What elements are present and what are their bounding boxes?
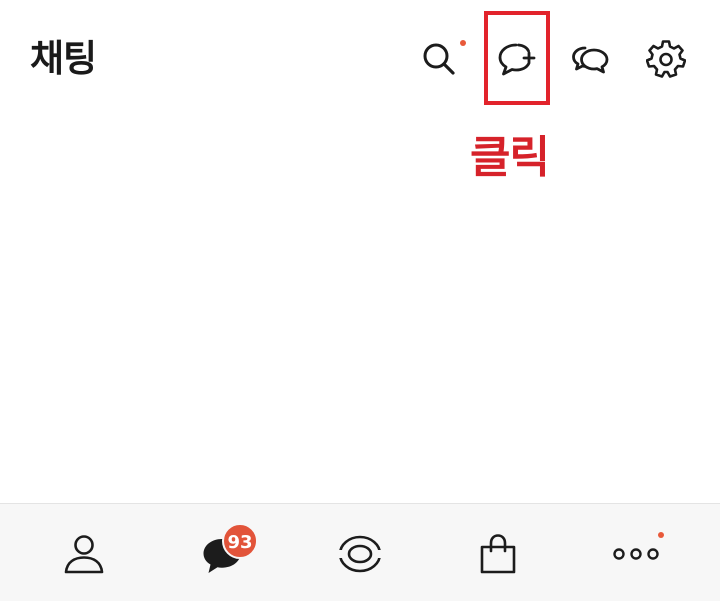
eye-icon	[337, 535, 383, 573]
nav-view[interactable]	[330, 524, 390, 584]
unread-badge: 93	[222, 523, 258, 559]
nav-more[interactable]	[606, 524, 666, 584]
open-chat-button[interactable]	[570, 38, 612, 80]
nav-shopping[interactable]	[468, 524, 528, 584]
more-notification-dot	[658, 532, 664, 538]
bottom-navigation: 93	[0, 503, 720, 601]
gear-icon	[646, 40, 686, 78]
search-button[interactable]	[418, 38, 460, 80]
page-title: 채팅	[30, 37, 97, 80]
shopping-bag-icon	[480, 534, 516, 574]
settings-button[interactable]	[645, 38, 687, 80]
nav-friends[interactable]	[54, 524, 114, 584]
search-notification-dot	[460, 40, 466, 46]
person-icon	[64, 535, 104, 574]
click-annotation: 클릭	[470, 132, 550, 183]
open-chat-icon	[572, 46, 609, 74]
more-icon	[613, 548, 659, 560]
search-icon	[423, 43, 455, 75]
highlight-box	[484, 11, 550, 105]
app-header: 채팅	[0, 0, 720, 110]
